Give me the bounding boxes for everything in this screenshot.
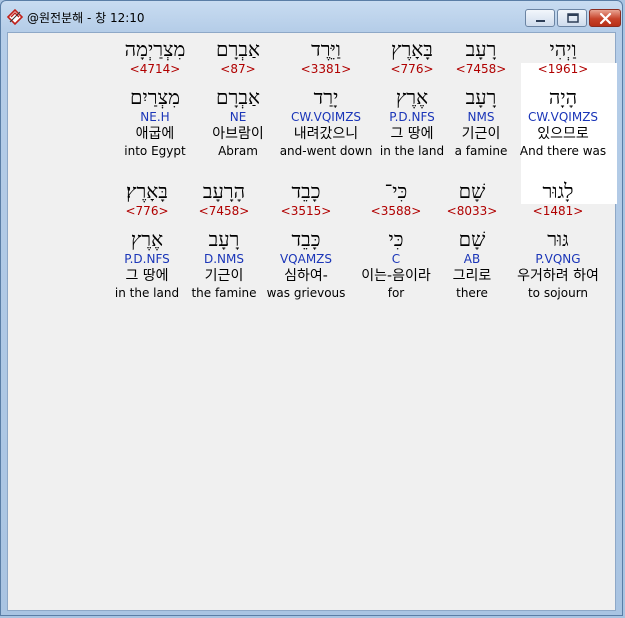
minimize-icon	[536, 20, 545, 22]
minimize-button[interactable]	[525, 9, 555, 27]
korean-gloss: 우거하려 하여	[517, 268, 599, 284]
strong-number[interactable]: <87>	[212, 61, 264, 77]
korean-gloss: 그 땅에	[390, 126, 434, 142]
hebrew-lemma: מִצְרַיִם	[130, 85, 180, 109]
english-gloss: in the land	[379, 144, 445, 158]
close-icon	[599, 12, 612, 25]
english-gloss: there	[456, 286, 488, 300]
strong-number[interactable]: <7458>	[455, 61, 508, 77]
english-gloss: for	[387, 286, 405, 300]
strong-number[interactable]: <776>	[380, 61, 444, 77]
hebrew-word: שָׁם	[458, 179, 486, 203]
hebrew-word: אַבְרָם	[216, 37, 260, 61]
morphology-code: P.D.NFS	[124, 252, 170, 266]
english-gloss: And there was	[519, 144, 607, 158]
word-cell[interactable]: אַבְרָם <87> אַבְרָם NE 아브람이 Abram	[212, 37, 264, 159]
korean-gloss: 그리로	[452, 268, 492, 284]
word-cell[interactable]: בָּאָרֶץ׃ <776> אֶרֶץ P.D.NFS 그 땅에 in th…	[115, 179, 179, 301]
morphology-code: P.VQNG	[535, 252, 581, 266]
word-cell[interactable]: רָעָב <7458> רָעָב NMS 기근이 a famine	[455, 37, 508, 159]
strong-number[interactable]: <1961>	[520, 61, 606, 77]
hebrew-lemma: רָעָב	[208, 227, 240, 251]
morphology-code: CW.VQIMZS	[290, 110, 362, 124]
korean-gloss: 내려갔으니	[293, 126, 359, 142]
word-cell[interactable]: כִּי־ <3588> כִּי C 이는-음이라 for	[361, 179, 430, 301]
hebrew-lemma: הָיָה	[548, 85, 578, 109]
korean-gloss: 이는-음이라	[361, 268, 431, 284]
title-bar[interactable]: @원전분해 - 창 12:10	[1, 1, 622, 31]
morphology-code: NMS	[467, 110, 495, 124]
hebrew-word: רָעָב	[465, 37, 497, 61]
interlinear-panel: וַיְהִי <1961> הָיָה CW.VQIMZS 있으므로 And …	[7, 32, 617, 611]
hebrew-word: לָגוּר	[542, 179, 574, 203]
hebrew-word: מִצְרַיְמָה	[124, 37, 186, 61]
english-gloss: was grievous	[266, 286, 346, 300]
hebrew-lemma: יָרַד	[313, 85, 339, 109]
hebrew-word: וַיְהִי	[549, 37, 577, 61]
hebrew-lemma: אֶרֶץ	[130, 227, 164, 251]
morphology-code: AB	[463, 252, 481, 266]
hebrew-word: כָבֵד	[291, 179, 321, 203]
strong-number[interactable]: <4714>	[124, 61, 185, 77]
strong-number[interactable]: <3515>	[267, 203, 346, 219]
app-logo-icon	[6, 8, 24, 26]
word-cell[interactable]: לָגוּר <1481> גּוּר P.VQNG 우거하려 하여 to so…	[517, 179, 599, 301]
word-cell[interactable]: כָבֵד <3515> כָּבֵד VQAMZS 심하여- was grie…	[267, 179, 346, 301]
morphology-code: NE.H	[140, 110, 170, 124]
word-cell[interactable]: הָרָעָב <7458> רָעָב D.NMS 기근이 the famin…	[191, 179, 256, 301]
strong-number[interactable]: <7458>	[191, 203, 256, 219]
morphology-code: VQAMZS	[279, 252, 333, 266]
hebrew-lemma: אֶרֶץ	[395, 85, 429, 109]
korean-gloss: 아브람이	[212, 126, 264, 142]
morphology-code: CW.VQIMZS	[527, 110, 599, 124]
app-window: @원전분해 - 창 12:10 וַיְהִי <1961> הָיָה CW.…	[0, 0, 623, 616]
hebrew-lemma: כָּבֵד	[291, 227, 321, 251]
korean-gloss: 있으므로	[537, 126, 589, 142]
strong-number[interactable]: <776>	[115, 203, 179, 219]
korean-gloss: 기근이	[204, 268, 244, 284]
hebrew-word: וַיֵּרֶד	[311, 37, 341, 61]
korean-gloss: 기근이	[461, 126, 501, 142]
morphology-code: NE	[229, 110, 247, 124]
word-cell[interactable]: וַיֵּרֶד <3381> יָרַד CW.VQIMZS 내려갔으니 an…	[280, 37, 373, 159]
english-gloss: in the land	[114, 286, 180, 300]
hebrew-lemma: כִּי	[388, 227, 404, 251]
word-cell[interactable]: בָּאָרֶץ <776> אֶרֶץ P.D.NFS 그 땅에 in the…	[380, 37, 444, 159]
word-cell[interactable]: שָׁם <8033> שָׁם AB 그리로 there	[447, 179, 498, 301]
english-gloss: into Egypt	[124, 144, 186, 158]
hebrew-word: כִּי־	[384, 179, 408, 203]
hebrew-word: הָרָעָב	[202, 179, 246, 203]
close-button[interactable]	[589, 9, 621, 27]
window-title: @원전분해 - 창 12:10	[27, 11, 145, 25]
korean-gloss: 애굽에	[135, 126, 175, 142]
hebrew-lemma: גּוּר	[547, 227, 569, 251]
korean-gloss: 그 땅에	[125, 268, 169, 284]
strong-number[interactable]: <1481>	[517, 203, 599, 219]
korean-gloss: 심하여-	[284, 268, 328, 284]
strong-number[interactable]: <3381>	[280, 61, 373, 77]
word-cell[interactable]: וַיְהִי <1961> הָיָה CW.VQIMZS 있으므로 And …	[520, 37, 606, 159]
morphology-code: P.D.NFS	[389, 110, 435, 124]
strong-number[interactable]: <8033>	[447, 203, 498, 219]
morphology-code: D.NMS	[203, 252, 245, 266]
maximize-icon	[567, 13, 579, 23]
hebrew-word: בָּאָרֶץ	[391, 37, 433, 61]
english-gloss: to sojourn	[527, 286, 589, 300]
hebrew-lemma: רָעָב	[465, 85, 497, 109]
hebrew-word: בָּאָרֶץ׃	[126, 179, 168, 203]
english-gloss: the famine	[191, 286, 257, 300]
strong-number[interactable]: <3588>	[361, 203, 430, 219]
english-gloss: a famine	[454, 144, 508, 158]
maximize-button[interactable]	[557, 9, 587, 27]
hebrew-lemma: שָׁם	[458, 227, 486, 251]
word-cell[interactable]: מִצְרַיְמָה <4714> מִצְרַיִם NE.H 애굽에 in…	[124, 37, 185, 159]
hebrew-lemma: אַבְרָם	[216, 85, 260, 109]
english-gloss: Abram	[218, 144, 258, 158]
morphology-code: C	[391, 252, 401, 266]
english-gloss: and-went down	[279, 144, 373, 158]
